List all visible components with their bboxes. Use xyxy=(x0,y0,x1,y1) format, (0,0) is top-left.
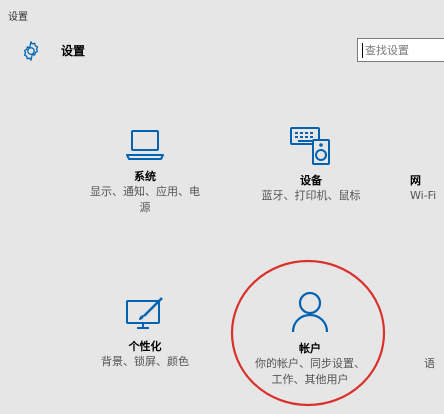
gear-icon xyxy=(23,41,39,61)
tile-time-language[interactable]: 语 xyxy=(424,290,444,372)
tile-system-name: 系统 xyxy=(134,170,156,183)
network-icon xyxy=(410,126,444,166)
tile-devices-name: 设备 xyxy=(300,174,322,187)
tile-network-name: 网 xyxy=(410,174,421,187)
page-title: 设置 xyxy=(61,44,86,58)
tile-network-desc-line: Wi-Fi xyxy=(410,189,437,202)
search-input[interactable] xyxy=(365,42,444,58)
annotation-circle xyxy=(230,259,386,407)
tile-system-desc-line: 源 xyxy=(139,201,151,214)
tile-time-icon-placeholder xyxy=(424,290,444,356)
tile-system[interactable]: 系统 显示、通知、应用、电 源 xyxy=(85,128,205,216)
tile-time-desc-line: 语 xyxy=(424,357,435,370)
tile-devices[interactable]: 设备 蓝牙、打印机、鼠标 xyxy=(251,126,371,204)
keyboard-speaker-icon xyxy=(290,127,330,165)
tile-personalization[interactable]: 个性化 背景、锁屏、颜色 xyxy=(85,296,205,370)
text-caret xyxy=(362,43,363,58)
paint-monitor-icon xyxy=(126,297,163,329)
tile-personalization-name: 个性化 xyxy=(128,340,162,353)
laptop-icon xyxy=(126,130,164,160)
search-box[interactable] xyxy=(357,38,444,62)
tile-system-desc-line: 显示、通知、应用、电 xyxy=(90,185,200,198)
tile-network[interactable]: 网 Wi-Fi xyxy=(410,126,444,204)
tile-devices-desc-line: 蓝牙、打印机、鼠标 xyxy=(261,189,361,202)
tile-personalization-desc-line: 背景、锁屏、颜色 xyxy=(101,355,189,368)
window-title: 设置 xyxy=(8,12,28,23)
